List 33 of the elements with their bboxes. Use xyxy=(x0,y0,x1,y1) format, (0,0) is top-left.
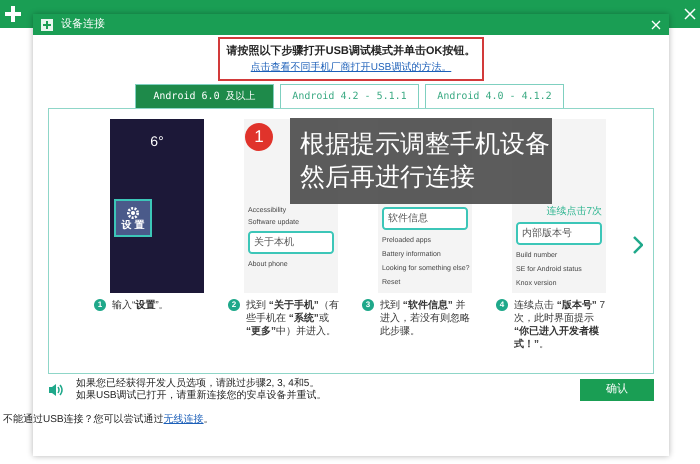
note-text: 如果您已经获得开发人员选项，请跳过步骤2, 3, 4和5。 xyxy=(76,378,320,390)
close-icon[interactable] xyxy=(651,20,661,30)
highlighted-setting: 内部版本号 xyxy=(516,222,602,244)
android-version-tab[interactable]: Android 6.0 及以上 xyxy=(135,84,274,108)
gear-icon xyxy=(125,204,141,220)
note-text: 如果USB调试已打开，请重新连接您的安卓设备并重试。 xyxy=(76,390,327,402)
plus-logo-icon xyxy=(4,5,22,23)
step-number-badge: 4 xyxy=(496,298,508,310)
plus-logo-icon xyxy=(41,18,53,30)
speaker-icon xyxy=(48,382,64,396)
weather-text: 6° xyxy=(150,132,164,150)
step-number-badge: 2 xyxy=(228,298,240,310)
callout-text: 根据提示调整手机设备 xyxy=(300,129,551,160)
step-instruction: 连续点击 “版本号” 7次，此时界面提示 “你已进入开发者模式！”。 xyxy=(514,298,606,350)
step-instruction: 找到 “软件信息” 并进入，若没有则忽略此步骤。 xyxy=(380,298,471,338)
android-version-tab[interactable]: Android 4.2 - 5.1.1 xyxy=(280,84,419,108)
wireless-connection-link[interactable]: 无线连接 xyxy=(164,414,204,425)
manufacturer-guide-link[interactable]: 点击查看不同手机厂商打开USB调试的方法。 xyxy=(250,60,452,74)
step-number-badge: 1 xyxy=(94,298,106,310)
step-instruction: 找到 “关于手机”（有些手机在 “系统”或 “更多”中）并进入。 xyxy=(246,298,340,338)
settings-label: 设 置 xyxy=(122,220,144,230)
callout-text: 然后再进行连接 xyxy=(300,162,476,193)
instruction-text: 请按照以下步骤打开USB调试模式并单击OK按钮。 xyxy=(226,44,476,59)
step-number-badge: 3 xyxy=(362,298,374,310)
tap-hint: 连续点击7次 xyxy=(546,206,602,216)
close-icon[interactable] xyxy=(684,8,696,20)
dialog-title: 设备连接 xyxy=(61,16,105,32)
highlighted-setting: 关于本机 xyxy=(248,230,334,254)
usb-help-text: 不能通过USB连接？您可以尝试通过无线连接。 xyxy=(3,412,214,427)
confirm-button[interactable]: 确认 xyxy=(580,378,654,400)
android-version-tab[interactable]: Android 4.0 - 4.1.2 xyxy=(425,84,564,108)
highlighted-setting: 软件信息 xyxy=(382,206,468,230)
step-instruction: 输入“设置”。 xyxy=(112,298,169,312)
